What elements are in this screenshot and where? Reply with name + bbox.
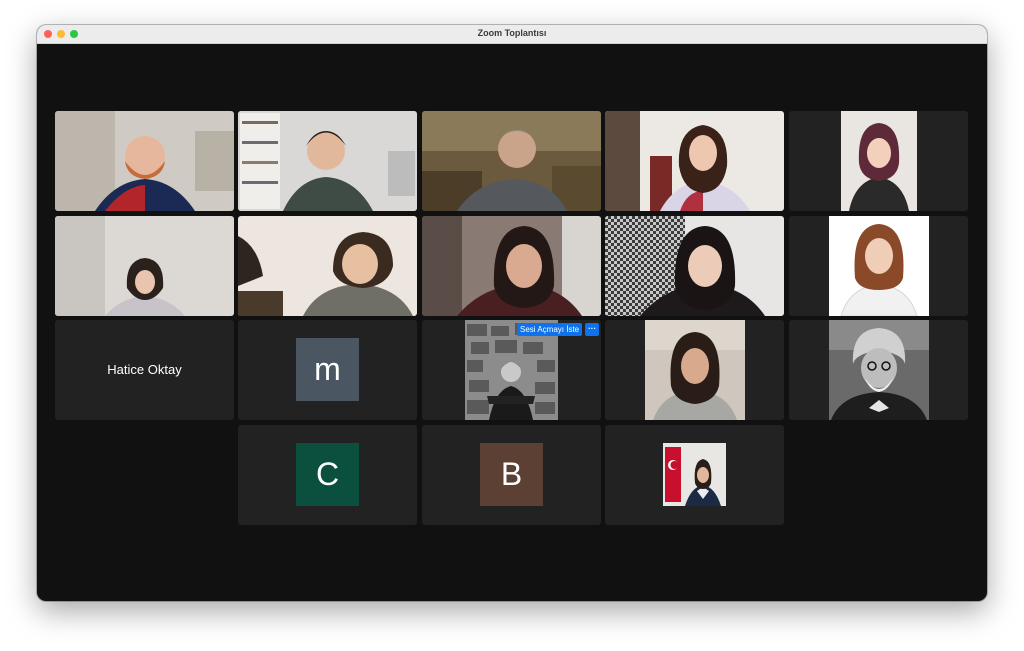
ask-to-unmute-button[interactable]: Sesi Açmayı İste	[517, 323, 583, 336]
participant-video	[645, 320, 745, 420]
participant-video	[238, 216, 417, 316]
participant-tile-6[interactable]	[55, 216, 234, 316]
more-options-button[interactable]: ···	[585, 323, 600, 336]
participant-avatar: C	[296, 443, 359, 506]
participant-tile-18[interactable]	[605, 425, 784, 525]
participant-tile-5[interactable]	[789, 111, 968, 211]
participant-tile-17[interactable]: B	[422, 425, 601, 525]
gallery-view: Hatice Oktay m Sesi Açmayı İste ··· C B	[37, 44, 987, 601]
participant-tile-2[interactable]	[238, 111, 417, 211]
participant-tile-11[interactable]: Hatice Oktay	[55, 320, 234, 420]
participant-video	[829, 216, 929, 316]
participant-video	[422, 216, 601, 316]
participant-video	[422, 111, 601, 211]
title-bar[interactable]: Zoom Toplantısı	[37, 25, 987, 44]
participant-avatar: B	[480, 443, 543, 506]
participant-video	[238, 111, 417, 211]
participant-tile-9[interactable]	[605, 216, 784, 316]
participant-video	[829, 320, 929, 420]
zoom-window: Zoom Toplantısı Hatice Oktay m Sesi Açma…	[37, 25, 987, 601]
participant-tile-13[interactable]: Sesi Açmayı İste ···	[422, 320, 601, 420]
participant-tile-10[interactable]	[789, 216, 968, 316]
participant-tile-8[interactable]	[422, 216, 601, 316]
participant-video	[55, 216, 234, 316]
participant-tile-7[interactable]	[238, 216, 417, 316]
participant-tile-12[interactable]: m	[238, 320, 417, 420]
participant-tile-16[interactable]: C	[238, 425, 417, 525]
participant-video	[663, 443, 726, 506]
participant-video	[841, 111, 917, 211]
participant-name: Hatice Oktay	[107, 362, 182, 377]
participant-tile-14[interactable]	[605, 320, 784, 420]
participant-hover-controls: Sesi Açmayı İste ···	[517, 323, 600, 336]
participant-tile-4[interactable]	[605, 111, 784, 211]
window-title: Zoom Toplantısı	[477, 28, 547, 38]
participant-video	[605, 216, 784, 316]
participant-tile-3[interactable]	[422, 111, 601, 211]
participant-tile-15[interactable]	[789, 320, 968, 420]
participant-tile-1[interactable]	[55, 111, 234, 211]
participant-video	[605, 111, 784, 211]
participant-avatar: m	[296, 338, 359, 401]
participant-video	[55, 111, 234, 211]
